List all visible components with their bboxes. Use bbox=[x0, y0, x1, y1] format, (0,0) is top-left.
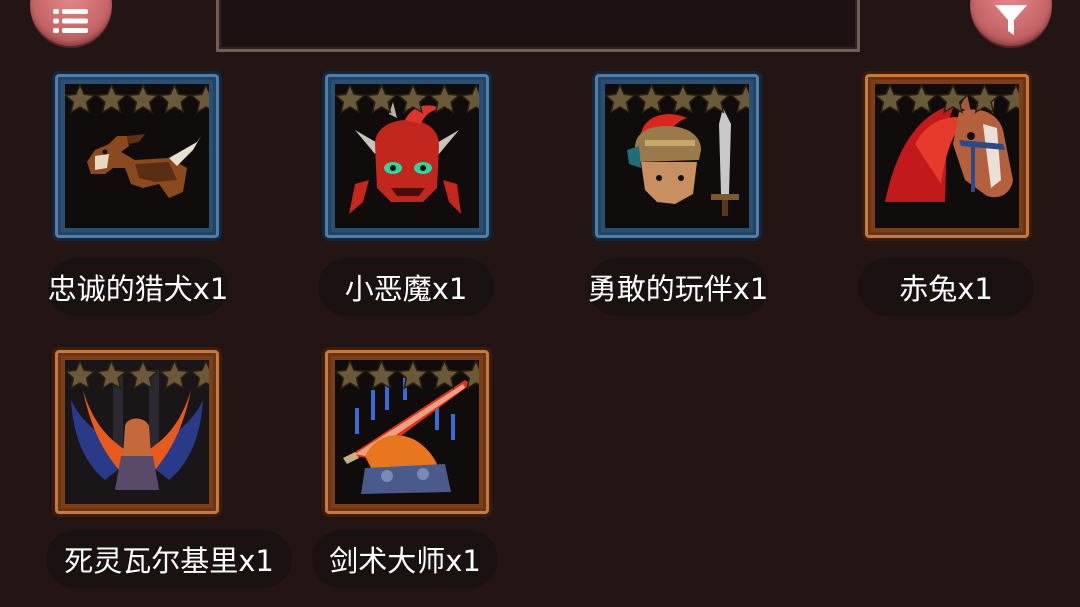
star-icon bbox=[189, 84, 209, 114]
star-icon bbox=[698, 84, 731, 114]
item-label-4: 赤兔x1 bbox=[858, 258, 1034, 316]
item-card-4[interactable] bbox=[862, 71, 1032, 241]
item-label-1: 忠诚的猎犬x1 bbox=[48, 258, 228, 316]
rating-stars bbox=[875, 84, 1019, 114]
star-icon bbox=[729, 84, 749, 114]
star-icon bbox=[936, 84, 970, 114]
star-icon bbox=[335, 360, 367, 390]
item-card-5[interactable] bbox=[52, 347, 222, 517]
star-icon bbox=[158, 84, 191, 114]
star-icon bbox=[459, 360, 479, 390]
item-name: 剑术大师x1 bbox=[329, 544, 481, 578]
star-icon bbox=[126, 360, 160, 390]
star-icon bbox=[335, 84, 367, 114]
star-icon bbox=[666, 84, 700, 114]
filter-funnel-icon bbox=[995, 5, 1027, 35]
item-card-3[interactable] bbox=[592, 71, 762, 241]
item-label-2: 小恶魔x1 bbox=[318, 258, 494, 316]
star-icon bbox=[875, 84, 907, 114]
menu-button[interactable] bbox=[30, 0, 112, 46]
star-icon bbox=[459, 84, 479, 114]
star-icon bbox=[396, 360, 430, 390]
rating-stars bbox=[335, 360, 479, 390]
filter-button[interactable] bbox=[970, 0, 1052, 46]
star-icon bbox=[95, 360, 128, 390]
item-name: 勇敢的玩伴x1 bbox=[587, 272, 769, 306]
item-name: 小恶魔x1 bbox=[344, 272, 468, 306]
star-icon bbox=[635, 84, 668, 114]
rating-stars bbox=[335, 84, 479, 114]
rating-stars bbox=[605, 84, 749, 114]
item-name: 忠诚的猎犬x1 bbox=[47, 272, 229, 306]
star-icon bbox=[365, 84, 398, 114]
rating-stars bbox=[65, 84, 209, 114]
star-icon bbox=[365, 360, 398, 390]
star-icon bbox=[189, 360, 209, 390]
item-card-1[interactable] bbox=[52, 71, 222, 241]
star-icon bbox=[126, 84, 160, 114]
item-name: 死灵瓦尔基里x1 bbox=[64, 544, 274, 578]
star-icon bbox=[605, 84, 637, 114]
star-icon bbox=[428, 84, 461, 114]
star-icon bbox=[396, 84, 430, 114]
item-label-5: 死灵瓦尔基里x1 bbox=[46, 530, 292, 588]
item-label-6: 剑术大师x1 bbox=[312, 530, 498, 588]
star-icon bbox=[65, 84, 97, 114]
star-icon bbox=[428, 360, 461, 390]
rating-stars bbox=[65, 360, 209, 390]
star-icon bbox=[158, 360, 191, 390]
star-icon bbox=[65, 360, 97, 390]
star-icon bbox=[999, 84, 1019, 114]
star-icon bbox=[968, 84, 1001, 114]
star-icon bbox=[905, 84, 938, 114]
item-label-3: 勇敢的玩伴x1 bbox=[588, 258, 768, 316]
item-card-2[interactable] bbox=[322, 71, 492, 241]
star-icon bbox=[95, 84, 128, 114]
item-card-6[interactable] bbox=[322, 347, 492, 517]
list-menu-icon bbox=[53, 9, 88, 33]
top-info-panel bbox=[216, 0, 860, 52]
item-name: 赤兔x1 bbox=[899, 272, 993, 306]
